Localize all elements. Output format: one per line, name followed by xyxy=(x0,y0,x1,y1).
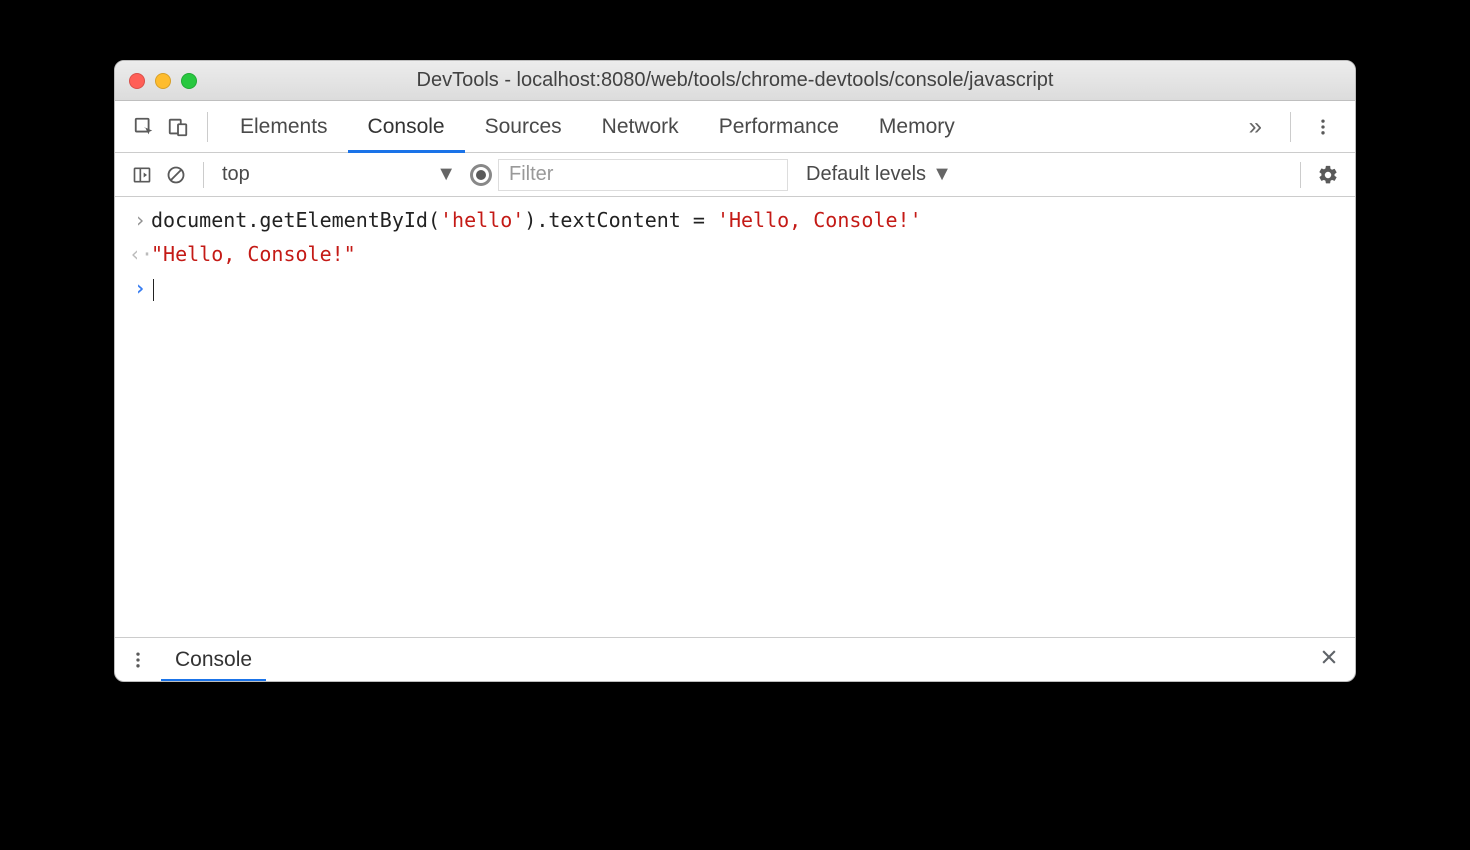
zoom-window-button[interactable] xyxy=(181,73,197,89)
execution-context-select[interactable]: top ▼ xyxy=(214,163,464,186)
text-cursor xyxy=(153,279,154,301)
tab-elements[interactable]: Elements xyxy=(220,101,348,153)
console-body[interactable]: › document.getElementById('hello').textC… xyxy=(115,197,1355,637)
chevron-down-icon: ▼ xyxy=(932,163,952,186)
console-toolbar: top ▼ Default levels ▼ xyxy=(115,153,1355,197)
console-settings-icon[interactable] xyxy=(1311,158,1345,192)
close-drawer-icon[interactable] xyxy=(1303,647,1355,673)
divider xyxy=(1300,162,1301,188)
traffic-lights xyxy=(129,73,197,89)
console-sidebar-toggle-icon[interactable] xyxy=(125,158,159,192)
divider xyxy=(1290,112,1291,142)
drawer-menu-icon[interactable] xyxy=(115,650,161,670)
tab-console[interactable]: Console xyxy=(348,101,465,153)
tab-performance[interactable]: Performance xyxy=(699,101,859,153)
clear-console-icon[interactable] xyxy=(159,158,193,192)
device-toolbar-icon[interactable] xyxy=(161,110,195,144)
tab-memory[interactable]: Memory xyxy=(859,101,975,153)
log-levels-select[interactable]: Default levels ▼ xyxy=(806,163,952,186)
output-chevron-icon: ‹· xyxy=(129,237,151,271)
close-window-button[interactable] xyxy=(129,73,145,89)
console-output: "Hello, Console!" xyxy=(151,237,356,271)
main-tabs: Elements Console Sources Network Perform… xyxy=(115,101,1355,153)
input-chevron-icon: › xyxy=(129,203,151,237)
console-input-line: › document.getElementById('hello').textC… xyxy=(115,203,1355,237)
divider xyxy=(207,112,208,142)
tab-network[interactable]: Network xyxy=(582,101,699,153)
minimize-window-button[interactable] xyxy=(155,73,171,89)
console-output-line: ‹· "Hello, Console!" xyxy=(115,237,1355,271)
window-title: DevTools - localhost:8080/web/tools/chro… xyxy=(115,69,1355,92)
filter-input[interactable] xyxy=(498,159,788,191)
levels-label: Default levels xyxy=(806,163,926,186)
console-prompt-line[interactable]: › xyxy=(115,271,1355,305)
inspect-element-icon[interactable] xyxy=(127,110,161,144)
prompt-chevron-icon: › xyxy=(129,271,151,305)
drawer: Console xyxy=(115,637,1355,681)
tab-sources[interactable]: Sources xyxy=(465,101,582,153)
context-label: top xyxy=(222,163,250,186)
settings-menu-icon[interactable] xyxy=(1303,117,1343,137)
drawer-tab-console[interactable]: Console xyxy=(161,638,266,682)
more-tabs-icon[interactable]: » xyxy=(1233,113,1278,141)
devtools-window: DevTools - localhost:8080/web/tools/chro… xyxy=(114,60,1356,682)
live-expression-icon[interactable] xyxy=(464,158,498,192)
chevron-down-icon: ▼ xyxy=(436,163,456,186)
console-code: document.getElementById('hello').textCon… xyxy=(151,203,922,237)
titlebar: DevTools - localhost:8080/web/tools/chro… xyxy=(115,61,1355,101)
divider xyxy=(203,162,204,188)
